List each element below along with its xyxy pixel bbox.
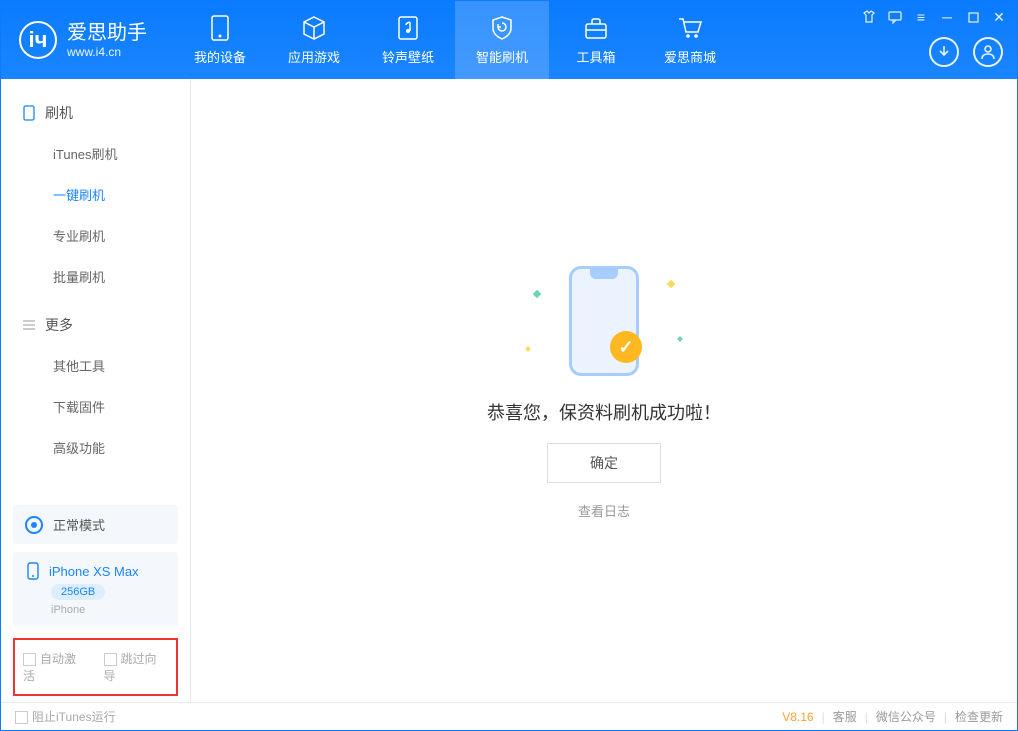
auto-activate-checkbox[interactable]: 自动激活	[23, 650, 88, 684]
device-card[interactable]: iPhone XS Max 256GB iPhone	[13, 552, 178, 626]
device-type: iPhone	[51, 604, 85, 616]
tab-toolbox[interactable]: 工具箱	[549, 1, 643, 79]
mode-label: 正常模式	[53, 515, 105, 534]
tab-label: 智能刷机	[476, 47, 528, 66]
app-url: www.i4.cn	[67, 45, 147, 59]
sidebar-item-onekey-flash[interactable]: 一键刷机	[1, 174, 190, 215]
main-tabs: 我的设备 应用游戏 铃声壁纸 智能刷机 工具箱 爱思商城	[173, 1, 737, 79]
phone-icon	[21, 105, 37, 121]
tab-label: 应用游戏	[288, 47, 340, 66]
mode-card[interactable]: 正常模式	[13, 505, 178, 544]
phone-graphic: ✓	[569, 266, 639, 376]
tab-label: 工具箱	[576, 47, 615, 66]
sidebar-item-batch-flash[interactable]: 批量刷机	[1, 256, 190, 297]
tab-label: 我的设备	[194, 47, 246, 66]
sidebar-group-title: 刷机	[45, 103, 73, 123]
block-itunes-checkbox[interactable]: 阻止iTunes运行	[15, 708, 116, 725]
feedback-icon[interactable]	[887, 9, 903, 25]
highlighted-options: 自动激活 跳过向导	[13, 638, 178, 696]
close-button[interactable]: ✕	[991, 9, 1007, 25]
mode-icon	[25, 516, 43, 534]
version-label: V8.16	[782, 710, 813, 724]
menu-icon[interactable]: ≡	[913, 9, 929, 25]
footer-link-support[interactable]: 客服	[833, 708, 857, 725]
logo-area: iч 爱思助手 www.i4.cn	[1, 21, 165, 59]
sidebar-group-flash: 刷机	[1, 93, 190, 133]
skip-guide-checkbox[interactable]: 跳过向导	[104, 650, 169, 684]
tab-apps-games[interactable]: 应用游戏	[267, 1, 361, 79]
checkmark-badge-icon: ✓	[610, 331, 642, 363]
sidebar-group-title: 更多	[45, 315, 73, 335]
sidebar-item-itunes-flash[interactable]: iTunes刷机	[1, 133, 190, 174]
sparkle-icon	[525, 346, 531, 352]
cube-icon	[301, 15, 327, 41]
sidebar-item-pro-flash[interactable]: 专业刷机	[1, 215, 190, 256]
app-logo-icon: iч	[19, 21, 57, 59]
menu-lines-icon	[21, 317, 37, 333]
main-content: ✓ 恭喜您，保资料刷机成功啦！ 确定 查看日志	[191, 79, 1017, 702]
ok-button[interactable]: 确定	[547, 443, 661, 483]
toolbox-icon	[583, 15, 609, 41]
sparkle-icon	[533, 290, 541, 298]
music-icon	[395, 15, 421, 41]
cart-icon	[677, 15, 703, 41]
tab-ringtones-wallpapers[interactable]: 铃声壁纸	[361, 1, 455, 79]
sparkle-icon	[677, 336, 683, 342]
success-message: 恭喜您，保资料刷机成功啦！	[487, 399, 721, 425]
sidebar-item-other-tools[interactable]: 其他工具	[1, 345, 190, 386]
device-name: iPhone XS Max	[49, 564, 139, 579]
maximize-button[interactable]	[965, 9, 981, 25]
title-bar: iч 爱思助手 www.i4.cn 我的设备 应用游戏 铃声壁纸 智能刷机 工具…	[1, 1, 1017, 79]
sparkle-icon	[667, 280, 675, 288]
tab-label: 爱思商城	[664, 47, 716, 66]
footer-link-wechat[interactable]: 微信公众号	[876, 708, 936, 725]
status-bar: 阻止iTunes运行 V8.16 | 客服 | 微信公众号 | 检查更新	[1, 702, 1017, 730]
sidebar: 刷机 iTunes刷机 一键刷机 专业刷机 批量刷机 更多 其他工具 下载固件 …	[1, 79, 191, 702]
sidebar-item-download-firmware[interactable]: 下载固件	[1, 386, 190, 427]
window-controls: ≡ ─ ✕	[861, 9, 1007, 25]
device-icon	[207, 15, 233, 41]
tab-label: 铃声壁纸	[382, 47, 434, 66]
tab-my-device[interactable]: 我的设备	[173, 1, 267, 79]
device-storage: 256GB	[51, 584, 105, 600]
minimize-button[interactable]: ─	[939, 9, 955, 25]
shield-icon	[489, 15, 515, 41]
tab-store[interactable]: 爱思商城	[643, 1, 737, 79]
header-actions	[929, 37, 1003, 67]
tab-smart-flash[interactable]: 智能刷机	[455, 1, 549, 79]
sidebar-group-more: 更多	[1, 305, 190, 345]
app-name: 爱思助手	[67, 21, 147, 45]
sidebar-item-advanced[interactable]: 高级功能	[1, 427, 190, 468]
download-button[interactable]	[929, 37, 959, 67]
footer-link-check-update[interactable]: 检查更新	[955, 708, 1003, 725]
device-phone-icon	[25, 562, 41, 580]
success-illustration: ✓	[544, 261, 664, 381]
user-button[interactable]	[973, 37, 1003, 67]
tshirt-icon[interactable]	[861, 9, 877, 25]
view-log-link[interactable]: 查看日志	[578, 501, 630, 520]
